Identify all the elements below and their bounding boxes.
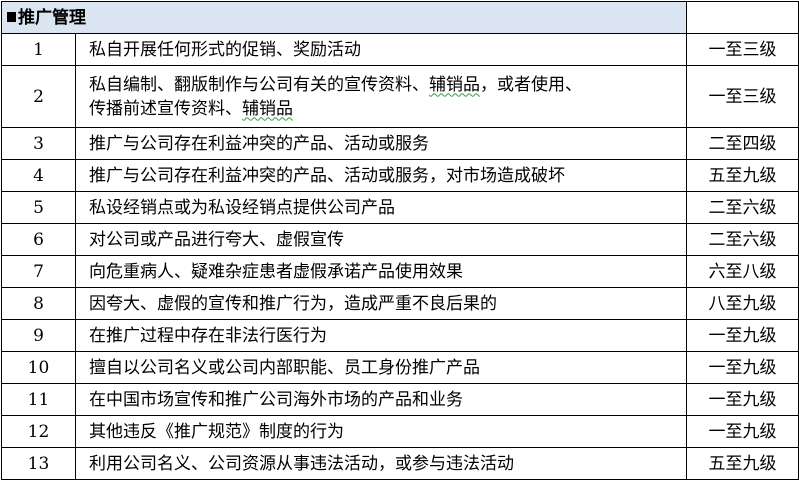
row-level: 一至九级	[686, 351, 799, 384]
row-number: 12	[1, 415, 76, 448]
row-level: 八至九级	[686, 287, 799, 320]
table-row: 11 在中国市场宣传和推广公司海外市场的产品和业务 一至九级	[1, 383, 799, 416]
row-number: 8	[1, 287, 76, 320]
row-description: 对公司或产品进行夸大、虚假宣传	[75, 223, 687, 256]
table-row: 8 因夸大、虚假的宣传和推广行为，造成严重不良后果的 八至九级	[1, 287, 799, 320]
row-number: 9	[1, 319, 76, 352]
row-description: 私自编制、翻版制作与公司有关的宣传资料、辅销品，或者使用、 传播前述宣传资料、辅销…	[75, 65, 687, 128]
table-row: 7 向危重病人、疑难杂症患者虚假承诺产品使用效果 六至八级	[1, 255, 799, 288]
section-title: 推广管理	[18, 7, 86, 28]
table-row: 12 其他违反《推广规范》制度的行为 一至九级	[1, 415, 799, 448]
row-level: 一至九级	[686, 383, 799, 416]
row-level: 二至四级	[686, 127, 799, 160]
row-level: 五至九级	[686, 447, 799, 480]
row-level: 二至六级	[686, 223, 799, 256]
row-level: 一至三级	[686, 65, 799, 128]
row-description: 推广与公司存在利益冲突的产品、活动或服务，对市场造成破坏	[75, 159, 687, 192]
table-row: 5 私设经销点或为私设经销点提供公司产品 二至六级	[1, 191, 799, 224]
row-number: 2	[1, 65, 76, 128]
row-description: 因夸大、虚假的宣传和推广行为，造成严重不良后果的	[75, 287, 687, 320]
row-level: 二至六级	[686, 191, 799, 224]
spellcheck-underlined-word: 辅销品	[242, 98, 293, 119]
row-number: 3	[1, 127, 76, 160]
row-description: 利用公司名义、公司资源从事违法活动，或参与违法活动	[75, 447, 687, 480]
black-square-icon	[7, 11, 16, 22]
table-row: 2 私自编制、翻版制作与公司有关的宣传资料、辅销品，或者使用、 传播前述宣传资料、…	[1, 65, 799, 128]
row-number: 7	[1, 255, 76, 288]
row-level: 五至九级	[686, 159, 799, 192]
table-row: 13 利用公司名义、公司资源从事违法活动，或参与违法活动 五至九级	[1, 447, 799, 480]
row-number: 10	[1, 351, 76, 384]
discipline-table: 推广管理 1 私自开展任何形式的促销、奖励活动 一至三级 2 私自编制、翻版制作…	[1, 1, 799, 480]
row-description: 在推广过程中存在非法行医行为	[75, 319, 687, 352]
row-description: 推广与公司存在利益冲突的产品、活动或服务	[75, 127, 687, 160]
table-row: 6 对公司或产品进行夸大、虚假宣传 二至六级	[1, 223, 799, 256]
row-number: 5	[1, 191, 76, 224]
row-description: 私自开展任何形式的促销、奖励活动	[75, 33, 687, 66]
row-level: 六至八级	[686, 255, 799, 288]
table-row: 1 私自开展任何形式的促销、奖励活动 一至三级	[1, 33, 799, 66]
row-number: 1	[1, 33, 76, 66]
section-header-cell: 推广管理	[1, 1, 687, 34]
row-description: 私设经销点或为私设经销点提供公司产品	[75, 191, 687, 224]
row-number: 4	[1, 159, 76, 192]
section-header-empty-cell	[686, 1, 799, 34]
row-description: 向危重病人、疑难杂症患者虚假承诺产品使用效果	[75, 255, 687, 288]
spellcheck-underlined-word: 辅销品	[429, 74, 480, 95]
row-number: 13	[1, 447, 76, 480]
table-row: 3 推广与公司存在利益冲突的产品、活动或服务 二至四级	[1, 127, 799, 160]
row-level: 一至九级	[686, 415, 799, 448]
section-header-row: 推广管理	[1, 1, 799, 34]
row-level: 一至九级	[686, 319, 799, 352]
row-number: 6	[1, 223, 76, 256]
table-row: 10 擅自以公司名义或公司内部职能、员工身份推广产品 一至九级	[1, 351, 799, 384]
row-description: 在中国市场宣传和推广公司海外市场的产品和业务	[75, 383, 687, 416]
row-description: 擅自以公司名义或公司内部职能、员工身份推广产品	[75, 351, 687, 384]
row-description: 其他违反《推广规范》制度的行为	[75, 415, 687, 448]
table-row: 9 在推广过程中存在非法行医行为 一至九级	[1, 319, 799, 352]
table-row: 4 推广与公司存在利益冲突的产品、活动或服务，对市场造成破坏 五至九级	[1, 159, 799, 192]
row-number: 11	[1, 383, 76, 416]
row-level: 一至三级	[686, 33, 799, 66]
